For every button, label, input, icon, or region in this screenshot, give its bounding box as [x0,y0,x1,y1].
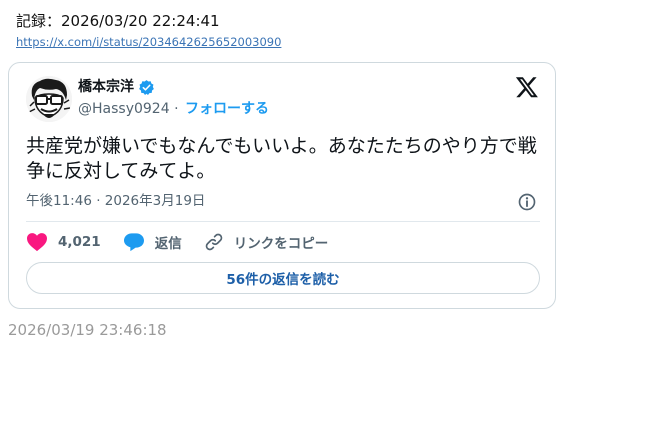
reply-button[interactable]: 返信 [123,232,182,252]
link-icon [205,233,222,251]
heart-icon [27,233,47,252]
capture-date: 2026/03/19 23:46:18 [8,321,167,339]
tweet-timestamp[interactable]: 午後11:46 · 2026年3月19日 [26,192,205,210]
follow-button[interactable]: フォローする [185,101,269,117]
divider [26,221,540,222]
like-count: 4,021 [58,234,101,250]
record-label: 記録：2026/03/20 22:24:41 [16,12,220,30]
like-button[interactable]: 4,021 [26,232,101,252]
info-icon[interactable] [517,192,537,212]
x-logo-icon[interactable] [515,75,539,99]
avatar-illustration-icon [26,76,72,122]
copy-link-label: リンクをコピー [233,236,329,252]
record-url-link[interactable]: https://x.com/i/status/20346426256520030… [16,35,281,49]
reply-label: 返信 [154,236,182,252]
handle-row: @Hassy0924 · フォローする [78,100,269,118]
read-replies-button[interactable]: 56件の返信を読む [26,262,540,294]
author-handle[interactable]: @Hassy0924 [78,101,170,117]
action-bar: 4,021 返信 リンクをコピー [26,232,350,252]
separator-dot: · [174,101,179,117]
author-name-row[interactable]: 橋本宗洋 [78,78,155,96]
tweet-text: 共産党が嫌いでもなんでもいいよ。あなたたちのやり方で戦争に反対してみてよ。 [26,135,537,182]
copy-link-button[interactable]: リンクをコピー [204,232,329,252]
verified-badge-icon [139,79,154,95]
author-name[interactable]: 橋本宗洋 [78,78,134,96]
tweet-card: 橋本宗洋 @Hassy0924 · フォローする 共産党が嫌いでもなんでもいいよ… [8,62,556,309]
speech-bubble-icon [123,233,144,252]
avatar[interactable] [26,76,72,122]
